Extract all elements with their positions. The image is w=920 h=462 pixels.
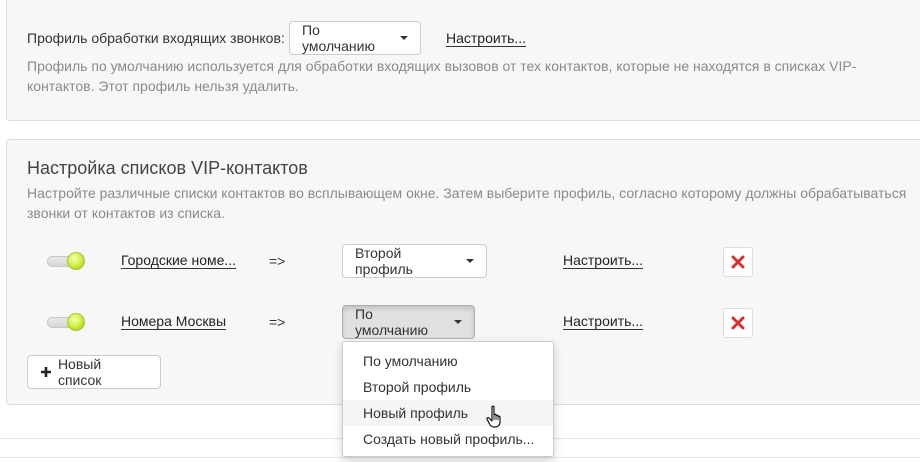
plus-icon: [40, 367, 51, 377]
new-list-button[interactable]: Новый список: [27, 355, 161, 389]
vip-section-description-2: звонки от контактов из списка.: [27, 205, 225, 221]
vip-row-1-profile-select[interactable]: Второй профиль: [342, 244, 487, 278]
dropdown-item-default[interactable]: По умолчанию: [343, 348, 553, 374]
vip-section-title: Настройка списков VIP-контактов: [27, 158, 308, 178]
profile-dropdown-menu: По умолчанию Второй профиль Новый профил…: [342, 341, 554, 457]
section-divider: [0, 457, 920, 458]
vip-row-2-list-name[interactable]: Номера Москвы: [121, 313, 226, 330]
vip-row-1-configure-link[interactable]: Настроить...: [563, 252, 644, 269]
vip-row-1-profile-value: Второй профиль: [355, 245, 413, 277]
incoming-profile-description-1: Профиль по умолчанию используется для об…: [27, 58, 857, 74]
vip-row-1-list-name[interactable]: Городские номе...: [121, 252, 237, 269]
vip-row-2-toggle[interactable]: [47, 312, 87, 332]
caret-down-icon: [400, 36, 408, 40]
incoming-profile-select-value: По умолчанию: [302, 22, 375, 54]
dropdown-item-new-profile[interactable]: Новый профиль: [343, 400, 553, 426]
incoming-profile-description-2: контактов. Этот профиль нельзя удалить.: [27, 78, 299, 94]
toggle-switch-icon: [67, 252, 85, 270]
dropdown-item-second-profile[interactable]: Второй профиль: [343, 374, 553, 400]
vip-row-2-profile-value: По умолчанию: [355, 306, 428, 338]
incoming-profile-configure-link[interactable]: Настроить...: [446, 30, 527, 47]
caret-down-icon: [454, 320, 462, 324]
vip-row-1-delete-button[interactable]: [723, 247, 753, 277]
dropdown-item-create-profile[interactable]: Создать новый профиль...: [343, 426, 553, 452]
incoming-profile-select[interactable]: По умолчанию: [289, 21, 421, 55]
close-x-icon: [731, 255, 745, 269]
close-x-icon: [731, 316, 745, 330]
incoming-profile-label: Профиль обработки входящих звонков:: [27, 30, 285, 46]
vip-row-1-arrow: =>: [269, 253, 286, 269]
vip-row-2-delete-button[interactable]: [723, 308, 753, 338]
toggle-switch-icon: [67, 313, 85, 331]
hand-pointer-icon: [486, 405, 501, 428]
vip-row-1-toggle[interactable]: [47, 251, 87, 271]
new-list-button-label: Новый список: [57, 356, 102, 388]
caret-down-icon: [466, 259, 474, 263]
vip-section-description-1: Настройте различные списки контактов во …: [27, 185, 907, 201]
vip-row-2-arrow: =>: [269, 314, 286, 330]
vip-row-2-profile-select[interactable]: По умолчанию: [342, 305, 475, 339]
vip-row-2-configure-link[interactable]: Настроить...: [563, 313, 644, 330]
